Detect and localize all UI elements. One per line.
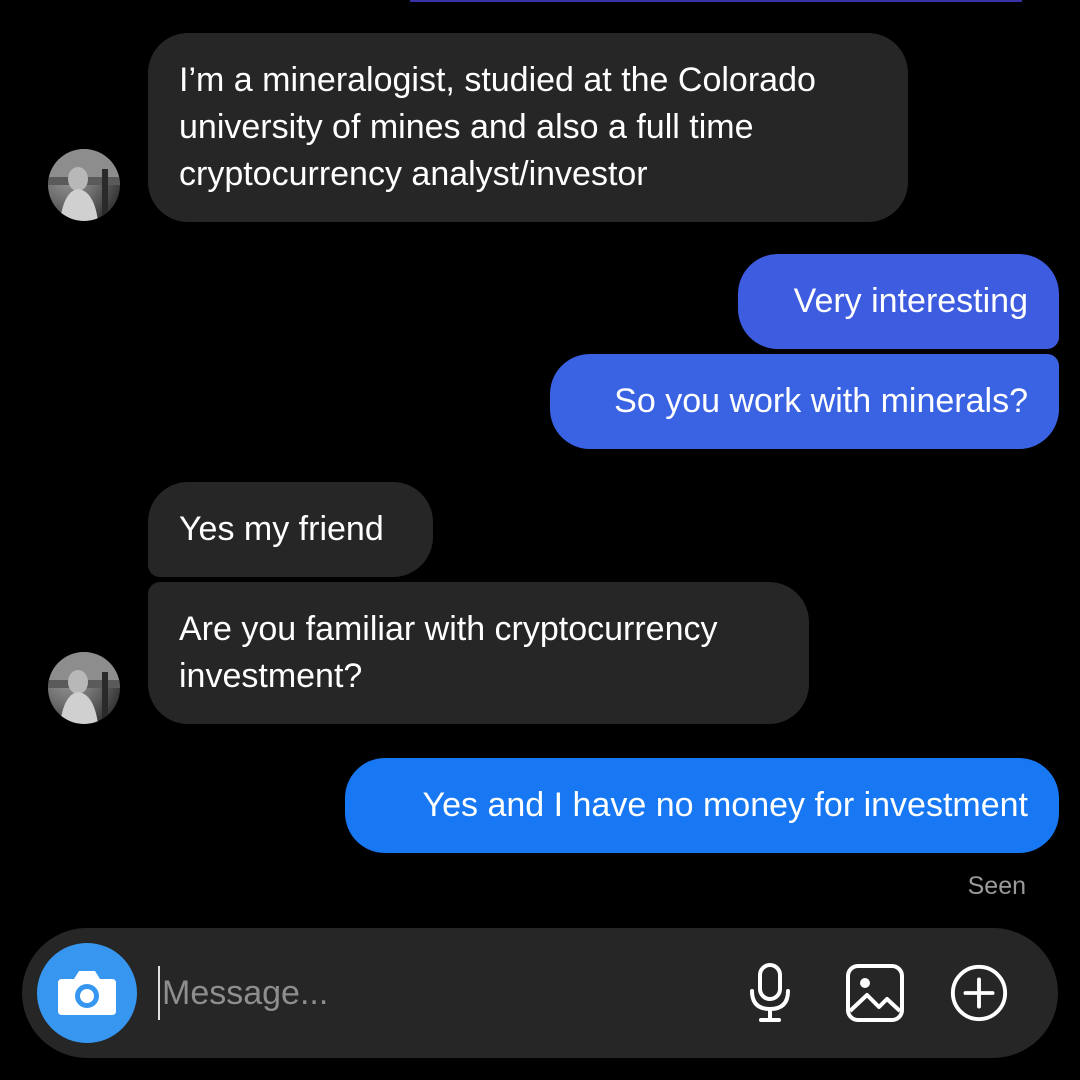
message-bubble-incoming[interactable]: Yes my friend — [148, 482, 433, 577]
message-input[interactable] — [158, 966, 702, 1020]
message-text: Very interesting — [793, 282, 1028, 320]
add-button[interactable] — [949, 963, 1009, 1023]
message-bubble-incoming[interactable]: I’m a mineralogist, studied at the Color… — [148, 33, 908, 222]
message-text: So you work with minerals? — [614, 382, 1028, 420]
plus-circle-icon — [950, 964, 1008, 1022]
message-bubble-outgoing[interactable]: Very interesting — [738, 254, 1059, 349]
microphone-icon — [750, 963, 790, 1022]
seen-status: Seen — [967, 872, 1026, 900]
message-text: Yes my friend — [179, 510, 384, 548]
microphone-button[interactable] — [740, 963, 800, 1023]
message-bubble-outgoing[interactable]: Yes and I have no money for investment — [345, 758, 1059, 853]
avatar-photo — [48, 149, 120, 221]
message-composer — [22, 928, 1058, 1058]
message-text: Yes and I have no money for investment — [422, 786, 1028, 824]
message-bubble-outgoing[interactable]: So you work with minerals? — [550, 354, 1059, 449]
avatar-photo — [48, 652, 120, 724]
gallery-icon — [846, 964, 904, 1022]
message-text: Are you familiar with cryptocurrency inv… — [179, 610, 718, 695]
avatar[interactable] — [48, 149, 120, 221]
gallery-button[interactable] — [845, 963, 905, 1023]
message-bubble-incoming[interactable]: Are you familiar with cryptocurrency inv… — [148, 582, 809, 724]
message-text: I’m a mineralogist, studied at the Color… — [179, 61, 816, 193]
top-edge-divider — [410, 0, 1022, 2]
avatar[interactable] — [48, 652, 120, 724]
camera-button[interactable] — [37, 943, 137, 1043]
camera-icon — [58, 971, 116, 1015]
